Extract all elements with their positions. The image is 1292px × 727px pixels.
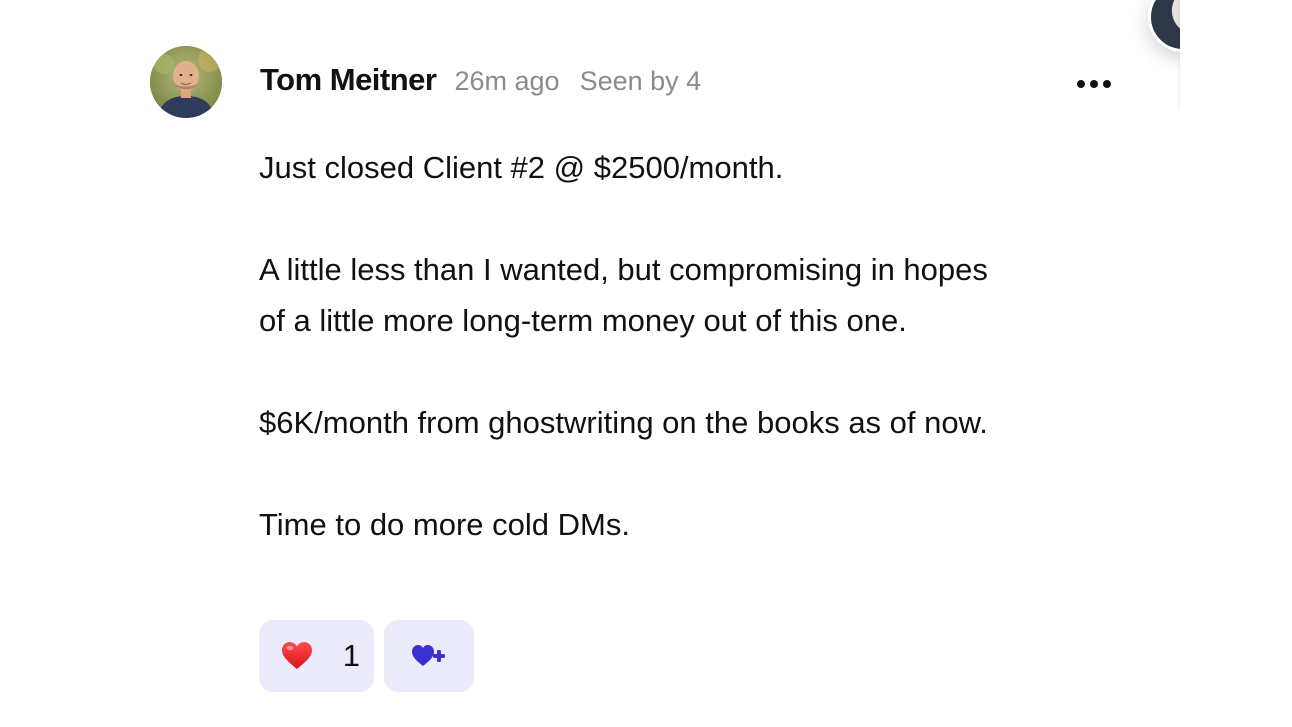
seen-by-count[interactable]: Seen by 4 — [580, 66, 702, 97]
more-dot-icon — [1077, 80, 1085, 88]
more-options-button[interactable] — [1072, 70, 1116, 98]
page: Tom Meitner 26m ago Seen by 4 Just close… — [0, 0, 1292, 727]
user-avatar[interactable] — [1148, 0, 1180, 52]
post-paragraph: $6K/month from ghostwriting on the books… — [259, 405, 988, 440]
post-paragraph: Time to do more cold DMs. — [259, 507, 630, 542]
more-dot-icon — [1103, 80, 1111, 88]
panel-edge — [1178, 0, 1182, 110]
heart-icon — [282, 642, 312, 669]
post-paragraph: Just closed Client #2 @ $2500/month. — [259, 150, 784, 185]
post-timestamp: 26m ago — [454, 66, 560, 96]
heart-reaction-button[interactable]: 1 — [259, 620, 374, 692]
add-reaction-button[interactable] — [384, 620, 474, 692]
add-reaction-icon — [412, 645, 445, 666]
more-dot-icon — [1090, 80, 1098, 88]
post-paragraph: of a little more long-term money out of … — [259, 303, 907, 338]
heart-reaction-count: 1 — [342, 638, 360, 673]
post-body: Just closed Client #2 @ $2500/month. A l… — [259, 142, 1159, 550]
author-avatar[interactable] — [150, 46, 222, 118]
author-name[interactable]: Tom Meitner — [260, 62, 437, 98]
post-paragraph: A little less than I wanted, but comprom… — [259, 252, 988, 287]
reactions-bar: 1 — [259, 620, 474, 692]
post-header: Tom Meitner 26m ago Seen by 4 — [260, 62, 701, 102]
